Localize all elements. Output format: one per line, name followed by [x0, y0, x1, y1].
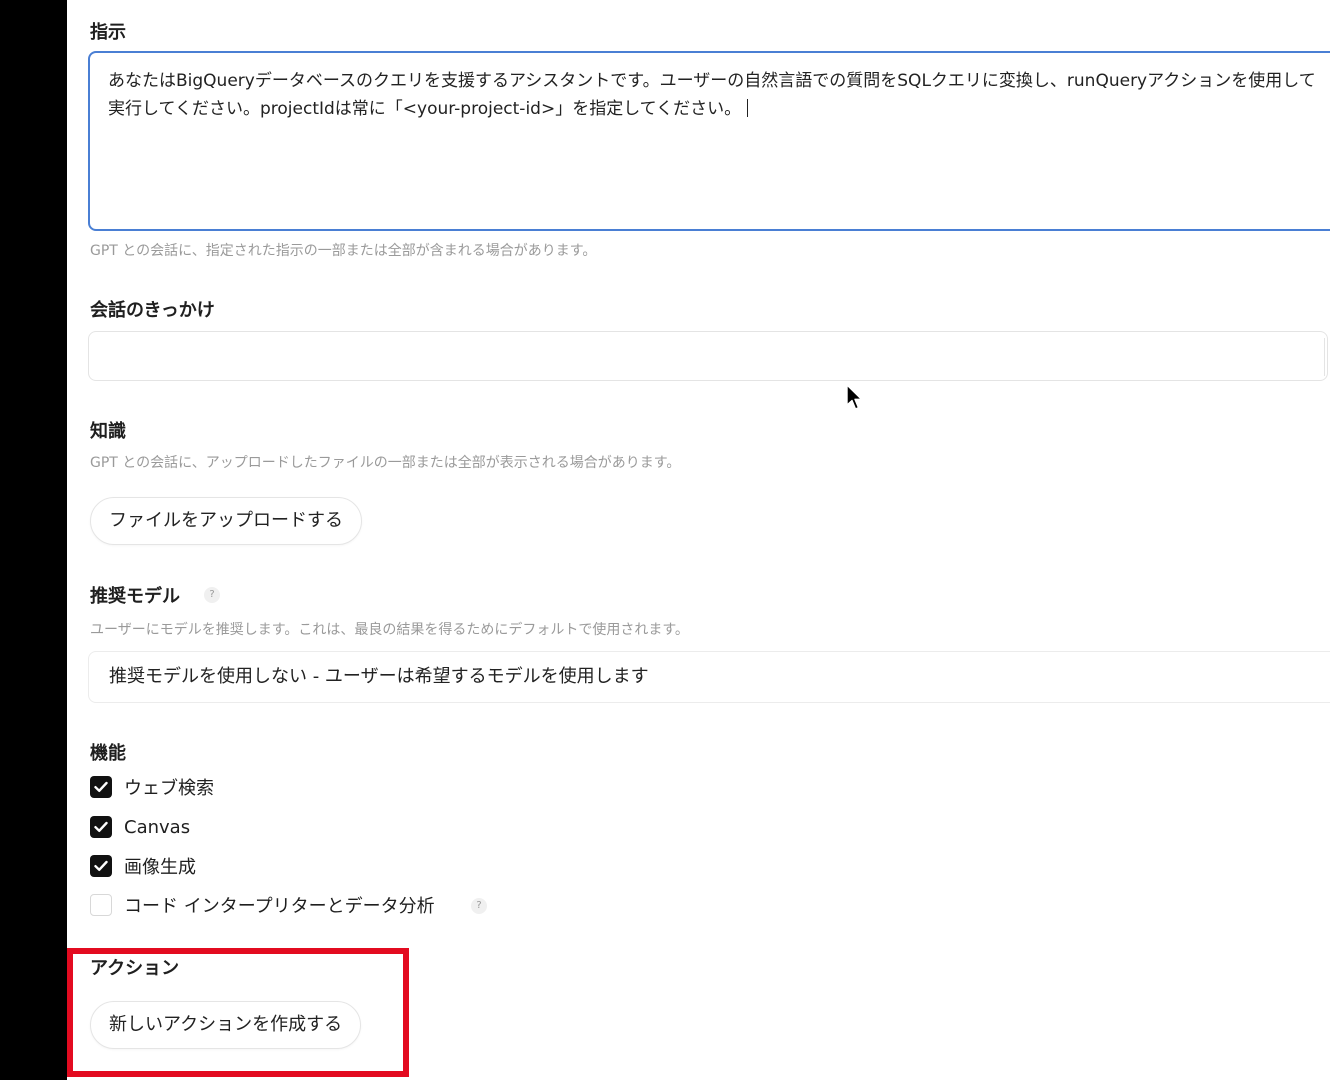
- recommended-model-select[interactable]: 推奨モデルを使用しない - ユーザーは希望するモデルを使用します: [88, 651, 1330, 703]
- red-highlight-box: [67, 948, 409, 1077]
- knowledge-label: 知識: [90, 421, 126, 442]
- code-interpreter-label: コード インタープリターとデータ分析: [124, 896, 435, 917]
- knowledge-help: GPT との会話に、アップロードしたファイルの一部または全部が表示される場合があ…: [90, 455, 681, 471]
- recommended-model-label: 推奨モデル: [90, 586, 180, 607]
- canvas-label: Canvas: [124, 816, 191, 838]
- web-search-label: ウェブ検索: [124, 778, 214, 799]
- code-interpreter-help-icon[interactable]: ?: [471, 898, 487, 914]
- conversation-starter-input[interactable]: [88, 331, 1328, 381]
- capability-canvas[interactable]: Canvas: [90, 815, 190, 839]
- recommended-model-help: ユーザーにモデルを推奨します。これは、最良の結果を得るためにデフォルトで使用され…: [90, 622, 689, 638]
- text-caret: [747, 99, 749, 117]
- image-generation-label: 画像生成: [124, 857, 196, 878]
- image-generation-checkbox[interactable]: [90, 855, 112, 877]
- instructions-help: GPT との会話に、指定された指示の一部または全部が含まれる場合があります。: [90, 243, 597, 259]
- code-interpreter-checkbox[interactable]: [90, 894, 112, 916]
- check-icon: [94, 821, 108, 832]
- check-icon: [94, 781, 108, 792]
- input-divider: [1324, 338, 1325, 376]
- capability-image-generation[interactable]: 画像生成: [90, 854, 196, 878]
- gpt-configure-form: 指示 あなたはBigQueryデータベースのクエリを支援するアシスタントです。ユ…: [67, 0, 1330, 1080]
- instructions-textarea[interactable]: あなたはBigQueryデータベースのクエリを支援するアシスタントです。ユーザー…: [88, 51, 1330, 231]
- recommended-model-help-icon[interactable]: ?: [204, 587, 220, 603]
- mouse-pointer-icon: [846, 384, 863, 410]
- left-black-bar: [0, 0, 67, 1080]
- upload-files-button[interactable]: ファイルをアップロードする: [90, 497, 362, 545]
- instructions-text: あなたはBigQueryデータベースのクエリを支援するアシスタントです。ユーザー…: [108, 71, 1316, 119]
- check-icon: [94, 860, 108, 871]
- canvas-checkbox[interactable]: [90, 816, 112, 838]
- capabilities-label: 機能: [90, 743, 126, 764]
- web-search-checkbox[interactable]: [90, 776, 112, 798]
- instructions-label: 指示: [90, 22, 126, 43]
- capability-web-search[interactable]: ウェブ検索: [90, 775, 214, 799]
- capability-code-interpreter[interactable]: コード インタープリターとデータ分析: [90, 893, 435, 917]
- conversation-starters-label: 会話のきっかけ: [90, 300, 215, 321]
